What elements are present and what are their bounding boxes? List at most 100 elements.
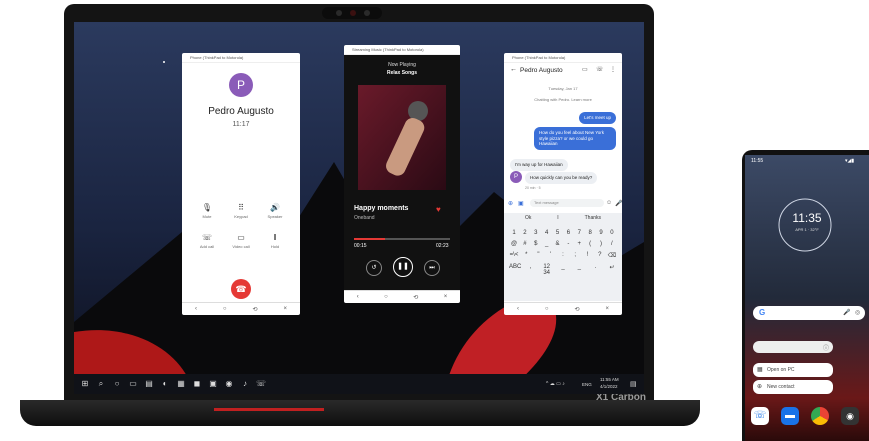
search-icon[interactable]: ⌕ <box>96 379 106 389</box>
close-icon[interactable]: × <box>605 306 609 312</box>
suggestion-i[interactable]: I <box>557 215 558 221</box>
hang-up-button[interactable]: ☎ <box>231 279 251 299</box>
photos-icon[interactable]: ▣ <box>208 379 218 389</box>
close-icon[interactable]: × <box>444 294 448 300</box>
keyboard-key[interactable]: ? <box>595 252 605 259</box>
speaker-button[interactable]: 🔊 Speaker <box>258 203 292 219</box>
keyboard-key[interactable]: 8 <box>585 230 595 236</box>
video-call-icon[interactable]: ▭ <box>582 66 588 73</box>
hold-button[interactable]: ‖ Hold <box>258 233 292 249</box>
message-input[interactable]: Text message <box>530 199 604 207</box>
keyboard-key[interactable]: # <box>520 241 530 247</box>
clock-date[interactable]: 4/1/2022 <box>600 384 618 389</box>
home-icon[interactable]: ○ <box>545 306 549 312</box>
gallery-icon[interactable]: ▣ <box>518 200 524 207</box>
keyboard-key[interactable]: =\< <box>509 252 519 259</box>
lens-icon[interactable]: ◎ <box>855 309 860 316</box>
store-icon[interactable]: ▦ <box>176 379 186 389</box>
chrome-icon[interactable] <box>811 407 829 425</box>
keyboard-key[interactable]: 12 34 <box>542 264 552 276</box>
keyboard-key[interactable]: 9 <box>596 230 606 236</box>
chat-back-icon[interactable]: ← <box>510 66 517 73</box>
start-windows-icon[interactable]: ⊞ <box>80 379 90 389</box>
google-search-bar[interactable]: G 🎤 ◎ <box>753 306 865 320</box>
keyboard-key[interactable]: 2 <box>520 230 530 236</box>
info-icon[interactable]: ⓘ <box>823 343 829 352</box>
task-view-icon[interactable]: ▭ <box>128 379 138 389</box>
call-window-titlebar[interactable]: Phone (ThinkPad to Motorola) <box>182 53 300 63</box>
back-icon[interactable]: ‹ <box>357 294 359 300</box>
close-icon[interactable]: × <box>283 306 287 312</box>
more-options-icon[interactable]: ⋮ <box>610 66 616 73</box>
keyboard-key[interactable]: ) <box>596 241 606 247</box>
keyboard-key[interactable]: 7 <box>574 230 584 236</box>
clock-time[interactable]: 11:55 AM <box>600 377 619 382</box>
suggestion-ok[interactable]: Ok <box>525 215 531 221</box>
home-icon[interactable]: ○ <box>384 294 388 300</box>
music-window[interactable]: Streaming Music (ThinkPad to Motorola) N… <box>344 45 460 303</box>
emoji-icon[interactable]: ☺ <box>606 200 612 206</box>
keyboard-key[interactable]: & <box>553 241 563 247</box>
video-call-button[interactable]: ▭ Video call <box>224 233 258 249</box>
call-window[interactable]: Phone (ThinkPad to Motorola) P Pedro Aug… <box>182 53 300 315</box>
keyboard-key[interactable]: , <box>525 264 535 276</box>
edge-icon[interactable]: ◐ <box>160 379 170 389</box>
keyboard-key[interactable]: ( <box>585 241 595 247</box>
keyboard-key[interactable]: 3 <box>531 230 541 236</box>
keyboard-key[interactable]: - <box>563 241 573 247</box>
keyboard-key[interactable]: _ <box>574 264 584 276</box>
camera-app-icon[interactable]: ◉ <box>841 407 859 425</box>
file-explorer-icon[interactable]: ▤ <box>144 379 154 389</box>
keyboard-key[interactable]: ! <box>583 252 593 259</box>
mic-icon[interactable]: 🎤 <box>615 200 622 207</box>
language-indicator[interactable]: ENG <box>582 382 592 387</box>
home-icon[interactable]: ○ <box>223 306 227 312</box>
chat-window-titlebar[interactable]: Phone (ThinkPad to Motorola) <box>504 53 622 63</box>
notification-icon[interactable]: ▤ <box>630 380 637 388</box>
chat-app-icon[interactable]: ◼ <box>192 379 202 389</box>
voice-search-icon[interactable]: 🎤 <box>843 309 850 316</box>
keyboard-key[interactable]: * <box>521 252 531 259</box>
progress-track[interactable] <box>354 238 450 240</box>
add-call-button[interactable]: ☏ Add call <box>190 233 224 249</box>
keyboard-key[interactable]: _ <box>542 241 552 247</box>
music-window-titlebar[interactable]: Streaming Music (ThinkPad to Motorola) <box>344 45 460 55</box>
keyboard-key[interactable]: 4 <box>542 230 552 236</box>
keyboard-key[interactable]: 0 <box>607 230 617 236</box>
rotate-icon[interactable]: ⟲ <box>253 306 258 313</box>
keypad-button[interactable]: ⠿ Keypad <box>224 203 258 219</box>
tray-icons[interactable]: ^ ☁ ▭ ♪ <box>546 381 565 387</box>
back-icon[interactable]: ‹ <box>195 306 197 312</box>
messages-app-icon[interactable]: ▬ <box>781 407 799 425</box>
next-button[interactable]: ⏭ <box>424 260 440 276</box>
cortana-icon[interactable]: ○ <box>112 379 122 389</box>
open-on-pc-item[interactable]: ▦ Open on PC <box>753 363 833 377</box>
suggestion-thanks[interactable]: Thanks <box>585 215 601 221</box>
rotate-icon[interactable]: ⟲ <box>575 306 580 313</box>
keyboard-key[interactable]: 5 <box>553 230 563 236</box>
keyboard-key[interactable]: ↵ <box>607 264 617 276</box>
keyboard-key[interactable]: / <box>607 241 617 247</box>
mute-button[interactable]: 🎙 Mute <box>190 203 224 219</box>
replay-button[interactable]: ↺ <box>366 260 382 276</box>
phone-dialer-icon[interactable]: ☏ <box>751 407 769 425</box>
keyboard-key[interactable]: ⌫ <box>607 252 617 259</box>
favorite-heart-icon[interactable]: ♥ <box>436 205 441 214</box>
pause-button[interactable]: ❚❚ <box>393 257 413 277</box>
keyboard-key[interactable]: ABC <box>509 264 521 276</box>
rotate-icon[interactable]: ⟲ <box>413 294 418 301</box>
keyboard-key[interactable]: @ <box>509 241 519 247</box>
keyboard-key[interactable]: " <box>534 252 544 259</box>
keyboard-key[interactable]: + <box>574 241 584 247</box>
keyboard-key[interactable]: ; <box>570 252 580 259</box>
phone-icon[interactable]: ☏ <box>596 66 604 73</box>
keyboard-key[interactable]: $ <box>531 241 541 247</box>
add-attachment-icon[interactable]: ⊕ <box>508 200 513 207</box>
new-contact-item[interactable]: ⊕ New contact <box>753 380 833 394</box>
call-app-icon[interactable]: ☏ <box>256 379 266 389</box>
chat-window[interactable]: Phone (ThinkPad to Motorola) ← Pedro Aug… <box>504 53 622 315</box>
keyboard-key[interactable]: _ <box>558 264 568 276</box>
keyboard-key[interactable]: . <box>591 264 601 276</box>
phone-link-icon[interactable]: ◉ <box>224 379 234 389</box>
keyboard-key[interactable]: : <box>558 252 568 259</box>
